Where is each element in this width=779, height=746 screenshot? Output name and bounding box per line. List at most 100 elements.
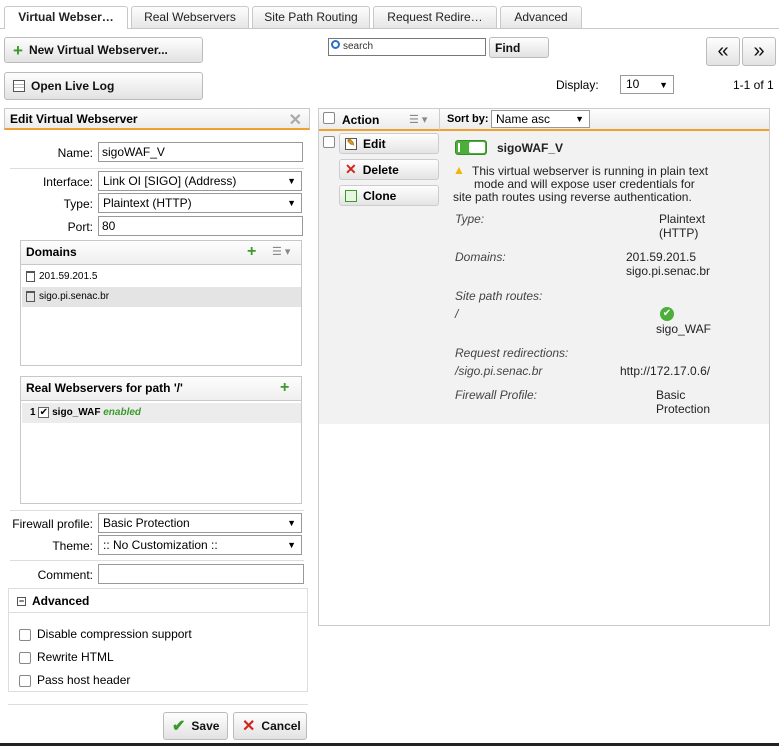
list-menu-icon[interactable]: ☰ ▾	[272, 245, 290, 258]
real-webservers-header: Real Webservers for path '/'	[21, 377, 301, 401]
type-value-line: (HTTP)	[659, 226, 699, 240]
find-label: Find	[495, 40, 521, 55]
search-input[interactable]: search	[328, 38, 486, 56]
real-webserver-checkbox[interactable]: ✔	[38, 407, 50, 418]
adv-option-row: Rewrite HTML	[19, 650, 114, 664]
form-divider	[10, 560, 304, 561]
find-button[interactable]: Find	[489, 37, 549, 58]
action-menu-icon[interactable]: ☰ ▾	[409, 113, 427, 126]
type-value-line: Plaintext	[659, 212, 706, 226]
domains-key: Domains:	[455, 250, 506, 264]
open-live-log-button[interactable]: Open Live Log	[4, 72, 203, 100]
domain-value: sigo.pi.senac.br	[39, 291, 110, 303]
check-icon: ✔	[172, 718, 186, 735]
edit-panel-header: Edit Virtual Webserver ✕	[4, 108, 310, 130]
theme-label: Theme:	[52, 539, 93, 553]
port-field[interactable]: 80	[98, 216, 303, 236]
save-label: Save	[191, 719, 220, 733]
comment-field[interactable]	[98, 564, 304, 584]
type-select[interactable]: Plaintext (HTTP) ▼	[98, 193, 302, 213]
trash-icon[interactable]	[26, 271, 35, 282]
close-icon[interactable]: ✕	[289, 110, 302, 130]
display-select[interactable]: 10 ▼	[620, 75, 674, 94]
tab-request-redirection[interactable]: Request Redire…	[373, 6, 497, 28]
new-virtual-webserver-label: New Virtual Webserver...	[28, 43, 168, 57]
type-value: Plaintext (HTTP)	[103, 196, 192, 210]
action-header: Action	[342, 113, 380, 127]
site-path-routes-key: Site path routes:	[455, 289, 543, 303]
domain-row[interactable]: sigo.pi.senac.br	[22, 287, 301, 307]
theme-select[interactable]: :: No Customization :: ▼	[98, 535, 302, 555]
search-icon	[331, 40, 340, 49]
next-page-button[interactable]: »	[742, 37, 776, 66]
dropdown-arrow-icon: ▼	[287, 540, 296, 550]
dropdown-arrow-icon: ▼	[659, 80, 668, 90]
save-button[interactable]: ✔ Save	[163, 712, 228, 740]
toggle-handle	[469, 142, 485, 153]
pass-host-header-label: Pass host header	[37, 673, 131, 687]
adv-option-row: Disable compression support	[19, 627, 192, 641]
tab-virtual-webservers[interactable]: Virtual Webser…	[4, 6, 128, 29]
cancel-button[interactable]: ✕ Cancel	[233, 712, 307, 740]
prev-page-button[interactable]: «	[706, 37, 740, 66]
warning-line: This virtual webserver is running in pla…	[472, 164, 709, 178]
request-redirections-key: Request redirections:	[455, 346, 569, 360]
rewrite-html-checkbox[interactable]	[19, 651, 31, 664]
domain-row[interactable]: 201.59.201.5	[22, 267, 301, 287]
enabled-toggle[interactable]	[455, 140, 487, 155]
range-text: 1-1 of 1	[733, 78, 774, 92]
add-real-webserver-icon[interactable]: +	[280, 380, 289, 396]
clone-button[interactable]: Clone	[339, 185, 439, 206]
firewall-profile-value: Basic Protection	[103, 516, 190, 530]
warning-line: mode and will expose user credentials fo…	[474, 177, 695, 191]
pass-host-header-checkbox[interactable]	[19, 674, 31, 687]
open-live-log-label: Open Live Log	[31, 79, 115, 93]
edit-icon: ✎	[345, 137, 357, 150]
delete-label: Delete	[362, 162, 399, 177]
tab-real-webservers[interactable]: Real Webservers	[131, 6, 249, 28]
advanced-section: − Advanced Disable compression support Re…	[8, 588, 308, 692]
comment-label: Comment:	[37, 568, 93, 582]
dropdown-arrow-icon: ▼	[287, 518, 296, 528]
add-domain-icon[interactable]: +	[247, 244, 256, 260]
tab-advanced[interactable]: Advanced	[500, 6, 582, 28]
real-webserver-status: enabled	[103, 407, 142, 419]
redirect-to: http://172.17.0.6/	[620, 364, 711, 378]
dropdown-arrow-icon: ▼	[287, 198, 296, 208]
disable-compression-checkbox[interactable]	[19, 628, 31, 641]
firewall-profile-select[interactable]: Basic Protection ▼	[98, 513, 302, 533]
delete-icon: ✕	[345, 161, 357, 177]
header-divider	[439, 109, 440, 130]
cancel-icon: ✕	[242, 718, 256, 735]
type-label: Type:	[63, 197, 93, 211]
new-virtual-webserver-button[interactable]: + New Virtual Webserver...	[4, 37, 203, 63]
real-webserver-row[interactable]: 1 ✔ sigo_WAF enabled	[22, 403, 301, 423]
domain-value-line: 201.59.201.5	[626, 250, 697, 264]
sort-by-select[interactable]: Name asc ▼	[491, 110, 590, 128]
real-webservers-title: Real Webservers for path '/'	[26, 381, 183, 395]
edit-panel-title: Edit Virtual Webserver	[10, 112, 138, 126]
trash-icon[interactable]	[26, 291, 35, 302]
double-chevron-left-icon: «	[717, 40, 729, 62]
firewall-profile-line: Basic	[656, 388, 686, 402]
form-divider	[8, 704, 308, 705]
tab-site-path-routing[interactable]: Site Path Routing	[252, 6, 370, 28]
domains-title: Domains	[26, 245, 77, 259]
dropdown-arrow-icon: ▼	[287, 176, 296, 186]
collapse-icon[interactable]: −	[17, 597, 26, 607]
interface-select[interactable]: Link OI [SIGO] (Address) ▼	[98, 171, 302, 191]
add-icon: +	[13, 40, 23, 60]
name-field[interactable]: sigoWAF_V	[98, 142, 303, 162]
clone-label: Clone	[363, 188, 397, 203]
redirect-from: /sigo.pi.senac.br	[455, 364, 543, 378]
adv-option-row: Pass host header	[19, 673, 130, 687]
advanced-header[interactable]: − Advanced	[9, 589, 307, 613]
port-label: Port:	[67, 220, 93, 234]
edit-button[interactable]: ✎ Edit	[339, 133, 439, 154]
rewrite-html-label: Rewrite HTML	[37, 650, 114, 664]
type-key: Type:	[455, 212, 485, 226]
firewall-profile-key: Firewall Profile:	[455, 388, 538, 402]
delete-button[interactable]: ✕ Delete	[339, 159, 439, 180]
row-checkbox[interactable]	[323, 136, 335, 148]
select-all-checkbox[interactable]	[323, 112, 335, 124]
